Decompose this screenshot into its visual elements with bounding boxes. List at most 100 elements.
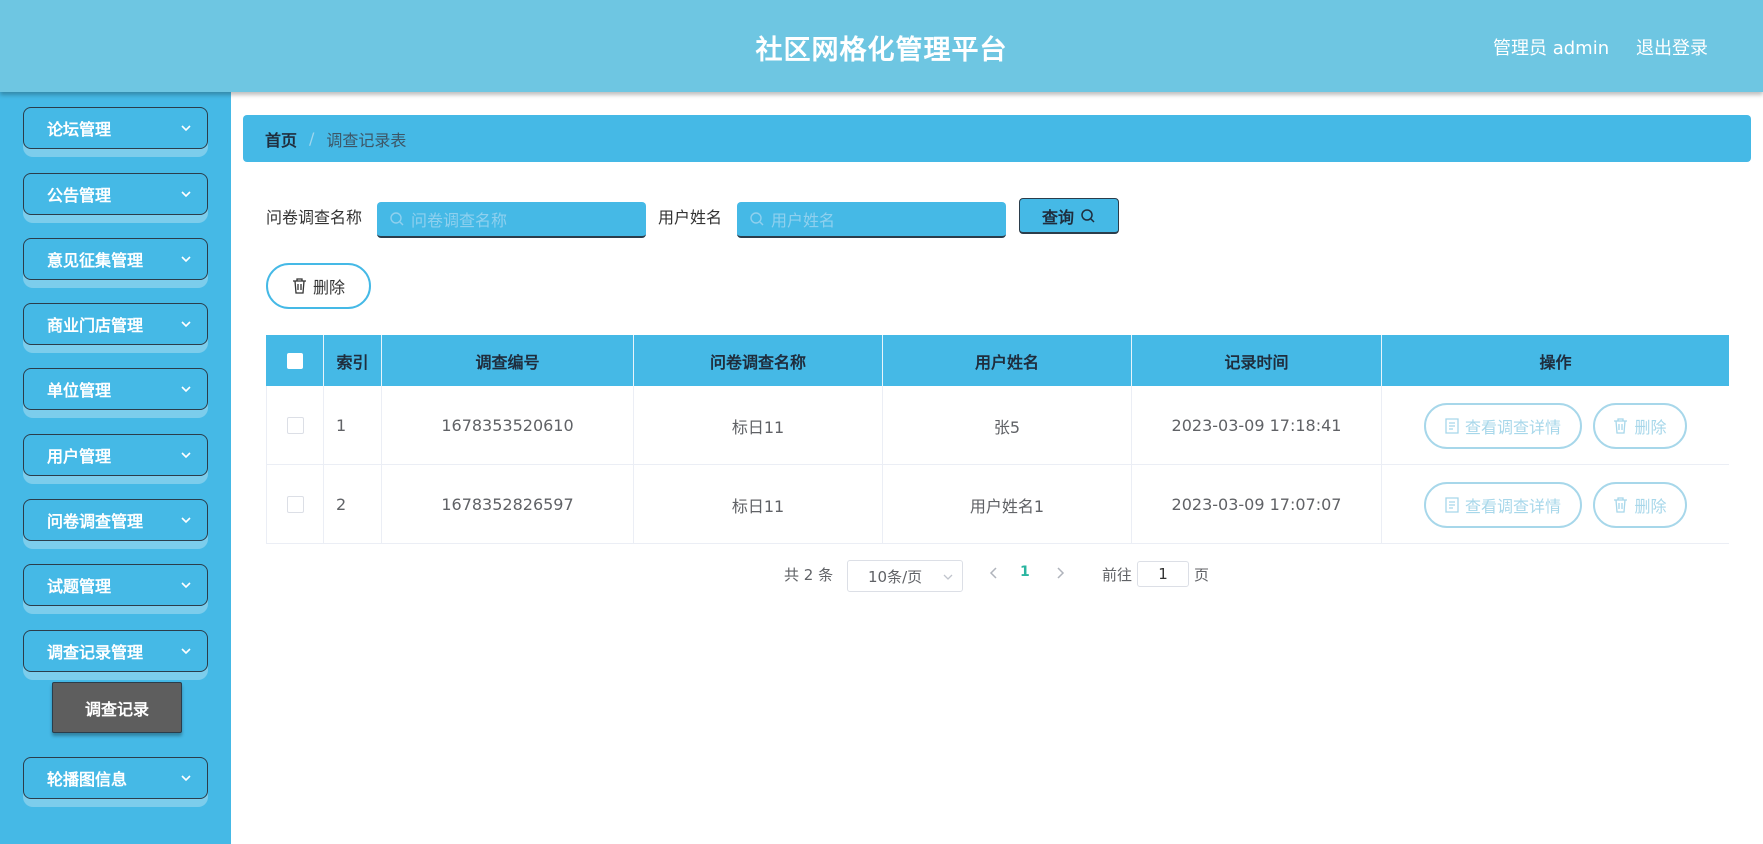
column-header: 记录时间: [1132, 335, 1382, 386]
sidebar-item-label: 单位管理: [47, 381, 112, 400]
column-header: 用户姓名: [883, 335, 1132, 386]
sidebar-item-opinion[interactable]: 意见征集管理: [23, 238, 208, 288]
document-icon: [1445, 417, 1459, 434]
document-icon: [1445, 496, 1459, 513]
sidebar-item-label: 问卷调查管理: [47, 512, 144, 531]
chevron-down-icon: [181, 648, 191, 655]
breadcrumb: 首页 / 调查记录表: [243, 115, 1751, 162]
sidebar-item-label: 用户管理: [47, 447, 112, 466]
view-detail-button[interactable]: 查看调查详情: [1424, 402, 1582, 449]
column-header: 操作: [1539, 352, 1572, 372]
sidebar-item-label: 试题管理: [47, 577, 112, 596]
chevron-down-icon: [181, 125, 191, 132]
page-suffix: 页: [1194, 566, 1210, 584]
table-row: 2 1678352826597 标日11 用户姓名1 2023-03-09 17…: [266, 465, 1729, 544]
search-icon: [750, 212, 764, 226]
sidebar-item-announcement[interactable]: 公告管理: [23, 173, 208, 223]
page-size-select[interactable]: 10条/页: [847, 560, 963, 592]
sidebar-item-unit[interactable]: 单位管理: [23, 368, 208, 418]
survey-name-input[interactable]: 问卷调查名称: [377, 202, 646, 238]
sidebar-item-label: 论坛管理: [47, 120, 112, 139]
row-delete-button[interactable]: 删除: [1593, 402, 1687, 449]
query-label: 查询: [1041, 207, 1074, 227]
cell-time: 2023-03-09 17:18:41: [1132, 386, 1382, 465]
cell-index: 1: [324, 386, 382, 465]
breadcrumb-home[interactable]: 首页: [265, 127, 297, 151]
sidebar-item-label: 轮播图信息: [47, 770, 128, 789]
chevron-down-icon: [181, 191, 191, 198]
user-name-label: 用户姓名: [658, 208, 723, 227]
cell-user-name: 用户姓名1: [883, 465, 1132, 544]
column-header: 问卷调查名称: [634, 335, 883, 386]
cell-survey-name: 标日11: [634, 465, 883, 544]
page-number-current[interactable]: 1: [1020, 564, 1030, 580]
goto-page-input[interactable]: 1: [1137, 561, 1189, 587]
search-icon: [390, 212, 404, 226]
chevron-down-icon: [181, 452, 191, 459]
row-checkbox[interactable]: [286, 496, 304, 513]
user-name-placeholder: 用户姓名: [771, 211, 836, 230]
goto-label: 前往: [1102, 566, 1133, 584]
chevron-down-icon: [181, 582, 191, 589]
records-table: 索引 调查编号 问卷调查名称 用户姓名 记录时间 操作 1 1678353520…: [266, 335, 1729, 544]
sidebar-item-forum[interactable]: 论坛管理: [23, 107, 208, 157]
sidebar-item-label: 调查记录管理: [47, 643, 144, 662]
trash-icon: [292, 278, 306, 294]
sidebar: 论坛管理 公告管理 意见征集管理 商业门店管理 单位管理 用户管理 问卷调查管理…: [0, 92, 231, 844]
top-header: 社区网格化管理平台 管理员 admin 退出登录: [0, 0, 1763, 92]
prev-page-icon[interactable]: [988, 566, 1000, 580]
select-all-cell: [266, 335, 324, 386]
column-header: 索引: [324, 335, 382, 386]
row-delete-label: 删除: [1634, 417, 1667, 437]
query-button[interactable]: 查询: [1019, 198, 1119, 234]
sidebar-item-questionnaire[interactable]: 问卷调查管理: [23, 499, 208, 549]
cell-actions: 查看调查详情 删除: [1382, 386, 1729, 465]
survey-name-label: 问卷调查名称: [266, 208, 363, 227]
batch-delete-button[interactable]: 删除: [266, 263, 371, 309]
cell-survey-name: 标日11: [634, 386, 883, 465]
row-delete-label: 删除: [1634, 496, 1667, 516]
select-all-checkbox[interactable]: [286, 352, 303, 369]
cell-index: 2: [324, 465, 382, 544]
pagination-total: 共 2 条: [784, 566, 834, 584]
row-delete-button[interactable]: 删除: [1593, 481, 1687, 528]
sidebar-item-carousel[interactable]: 轮播图信息: [23, 757, 208, 807]
current-user: 管理员 admin: [1493, 38, 1610, 59]
breadcrumb-separator: /: [309, 129, 315, 148]
column-header: 调查编号: [382, 335, 634, 386]
sidebar-item-label: 公告管理: [47, 186, 112, 205]
submenu-survey-record-active[interactable]: 调查记录: [52, 682, 182, 733]
trash-icon: [1614, 417, 1628, 434]
chevron-down-icon: [181, 321, 191, 328]
chevron-down-icon: [181, 775, 191, 782]
cell-survey-id: 1678352826597: [382, 465, 634, 544]
batch-delete-label: 删除: [312, 278, 345, 297]
view-detail-button[interactable]: 查看调查详情: [1424, 481, 1582, 528]
sidebar-item-questions[interactable]: 试题管理: [23, 564, 208, 614]
sidebar-item-label: 意见征集管理: [47, 251, 144, 270]
table-row: 1 1678353520610 标日11 张5 2023-03-09 17:18…: [266, 386, 1729, 465]
page-size-value: 10条/页: [868, 567, 923, 586]
breadcrumb-current: 调查记录表: [326, 130, 407, 150]
next-page-icon[interactable]: [1054, 566, 1066, 580]
cell-time: 2023-03-09 17:07:07: [1132, 465, 1382, 544]
trash-icon: [1614, 496, 1628, 513]
sidebar-item-label: 商业门店管理: [47, 316, 144, 335]
cell-actions: 查看调查详情 删除: [1382, 465, 1729, 544]
chevron-down-icon: [181, 517, 191, 524]
chevron-down-icon: [181, 256, 191, 263]
cell-user-name: 张5: [883, 386, 1132, 465]
search-icon: [1081, 208, 1095, 223]
row-checkbox[interactable]: [286, 417, 304, 434]
survey-name-placeholder: 问卷调查名称: [411, 211, 508, 230]
logout-link[interactable]: 退出登录: [1636, 34, 1708, 60]
sidebar-item-survey-records[interactable]: 调查记录管理: [23, 630, 208, 680]
sidebar-item-user[interactable]: 用户管理: [23, 434, 208, 484]
chevron-down-icon: [943, 574, 953, 580]
cell-survey-id: 1678353520610: [382, 386, 634, 465]
sidebar-item-store[interactable]: 商业门店管理: [23, 303, 208, 353]
chevron-down-icon: [181, 386, 191, 393]
view-detail-label: 查看调查详情: [1464, 417, 1561, 437]
user-name-input[interactable]: 用户姓名: [737, 202, 1006, 238]
view-detail-label: 查看调查详情: [1464, 496, 1561, 516]
